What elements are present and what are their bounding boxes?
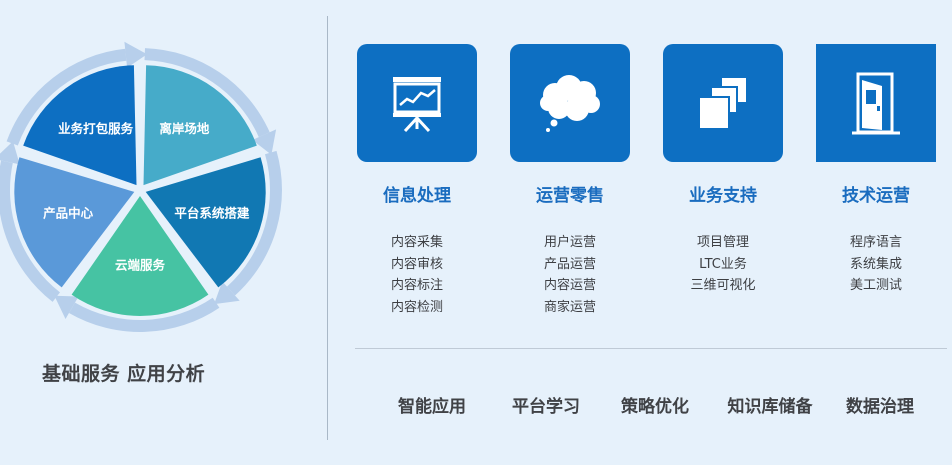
category-title: 运营零售 xyxy=(536,186,604,206)
list-item: 产品运营 xyxy=(543,256,596,272)
list-item: 三维可视化 xyxy=(690,278,756,293)
category-tile xyxy=(357,44,477,162)
category-card-info-processing: 信息处理 内容采集 内容审核 内容标注 内容检测 xyxy=(357,44,477,318)
stacked-squares-icon xyxy=(698,76,748,130)
horizontal-divider xyxy=(355,348,947,349)
category-card-retail-operations: 运营零售 用户运营 产品运营 内容运营 商家运营 xyxy=(510,44,630,318)
category-item-list: 内容采集 内容审核 内容标注 内容检测 xyxy=(357,232,477,318)
category-tile xyxy=(816,44,936,162)
category-title: 技术运营 xyxy=(842,186,910,206)
wheel-segment-label: 产品中心 xyxy=(43,205,94,220)
left-caption: 基础服务 应用分析 xyxy=(42,363,206,385)
list-item: 内容检测 xyxy=(390,299,443,315)
category-title: 业务支持 xyxy=(689,186,757,206)
category-tile xyxy=(663,44,783,162)
list-item: 程序语言 xyxy=(849,235,902,250)
wheel-segment-label: 云端服务 xyxy=(115,258,166,273)
ring-arrow-head xyxy=(124,41,148,68)
category-item-list: 程序语言 系统集成 美工测试 xyxy=(816,232,936,297)
list-item: 内容标注 xyxy=(390,278,443,293)
category-item-list: 项目管理 LTC业务 三维可视化 xyxy=(663,232,783,297)
wheel-segment-label: 业务打包服务 xyxy=(58,121,134,136)
category-item-list: 用户运营 产品运营 内容运营 商家运营 xyxy=(510,232,630,318)
list-item: 美工测试 xyxy=(849,278,902,293)
wheel-segment-label: 离岸场地 xyxy=(159,121,210,136)
bottom-item: 智能应用 xyxy=(398,397,466,417)
bottom-item: 平台学习 xyxy=(512,397,580,417)
list-item: 内容运营 xyxy=(543,278,596,293)
category-title: 信息处理 xyxy=(383,186,451,206)
bottom-item: 数据治理 xyxy=(846,397,914,417)
list-item: LTC业务 xyxy=(699,256,747,272)
list-item: 商家运营 xyxy=(543,299,596,315)
vertical-divider xyxy=(327,16,328,440)
bottom-item: 策略优化 xyxy=(621,397,689,417)
category-card-business-support: 业务支持 项目管理 LTC业务 三维可视化 xyxy=(663,44,783,297)
door-icon xyxy=(852,72,900,135)
bottom-item: 知识库储备 xyxy=(727,397,813,417)
presentation-board-icon xyxy=(393,77,441,133)
list-item: 用户运营 xyxy=(543,235,596,250)
category-tile xyxy=(510,44,630,162)
service-wheel: 业务打包服务 离岸场地平台系统搭建云端服务 产品中心 xyxy=(0,41,282,333)
wheel-segment-label: 平台系统搭建 xyxy=(174,205,250,220)
list-item: 项目管理 xyxy=(696,235,749,250)
list-item: 内容采集 xyxy=(390,235,443,250)
cloud-icon xyxy=(540,75,600,132)
list-item: 系统集成 xyxy=(849,256,902,272)
list-item: 内容审核 xyxy=(390,256,443,272)
category-card-tech-operations: 技术运营 程序语言 系统集成 美工测试 xyxy=(816,44,936,297)
